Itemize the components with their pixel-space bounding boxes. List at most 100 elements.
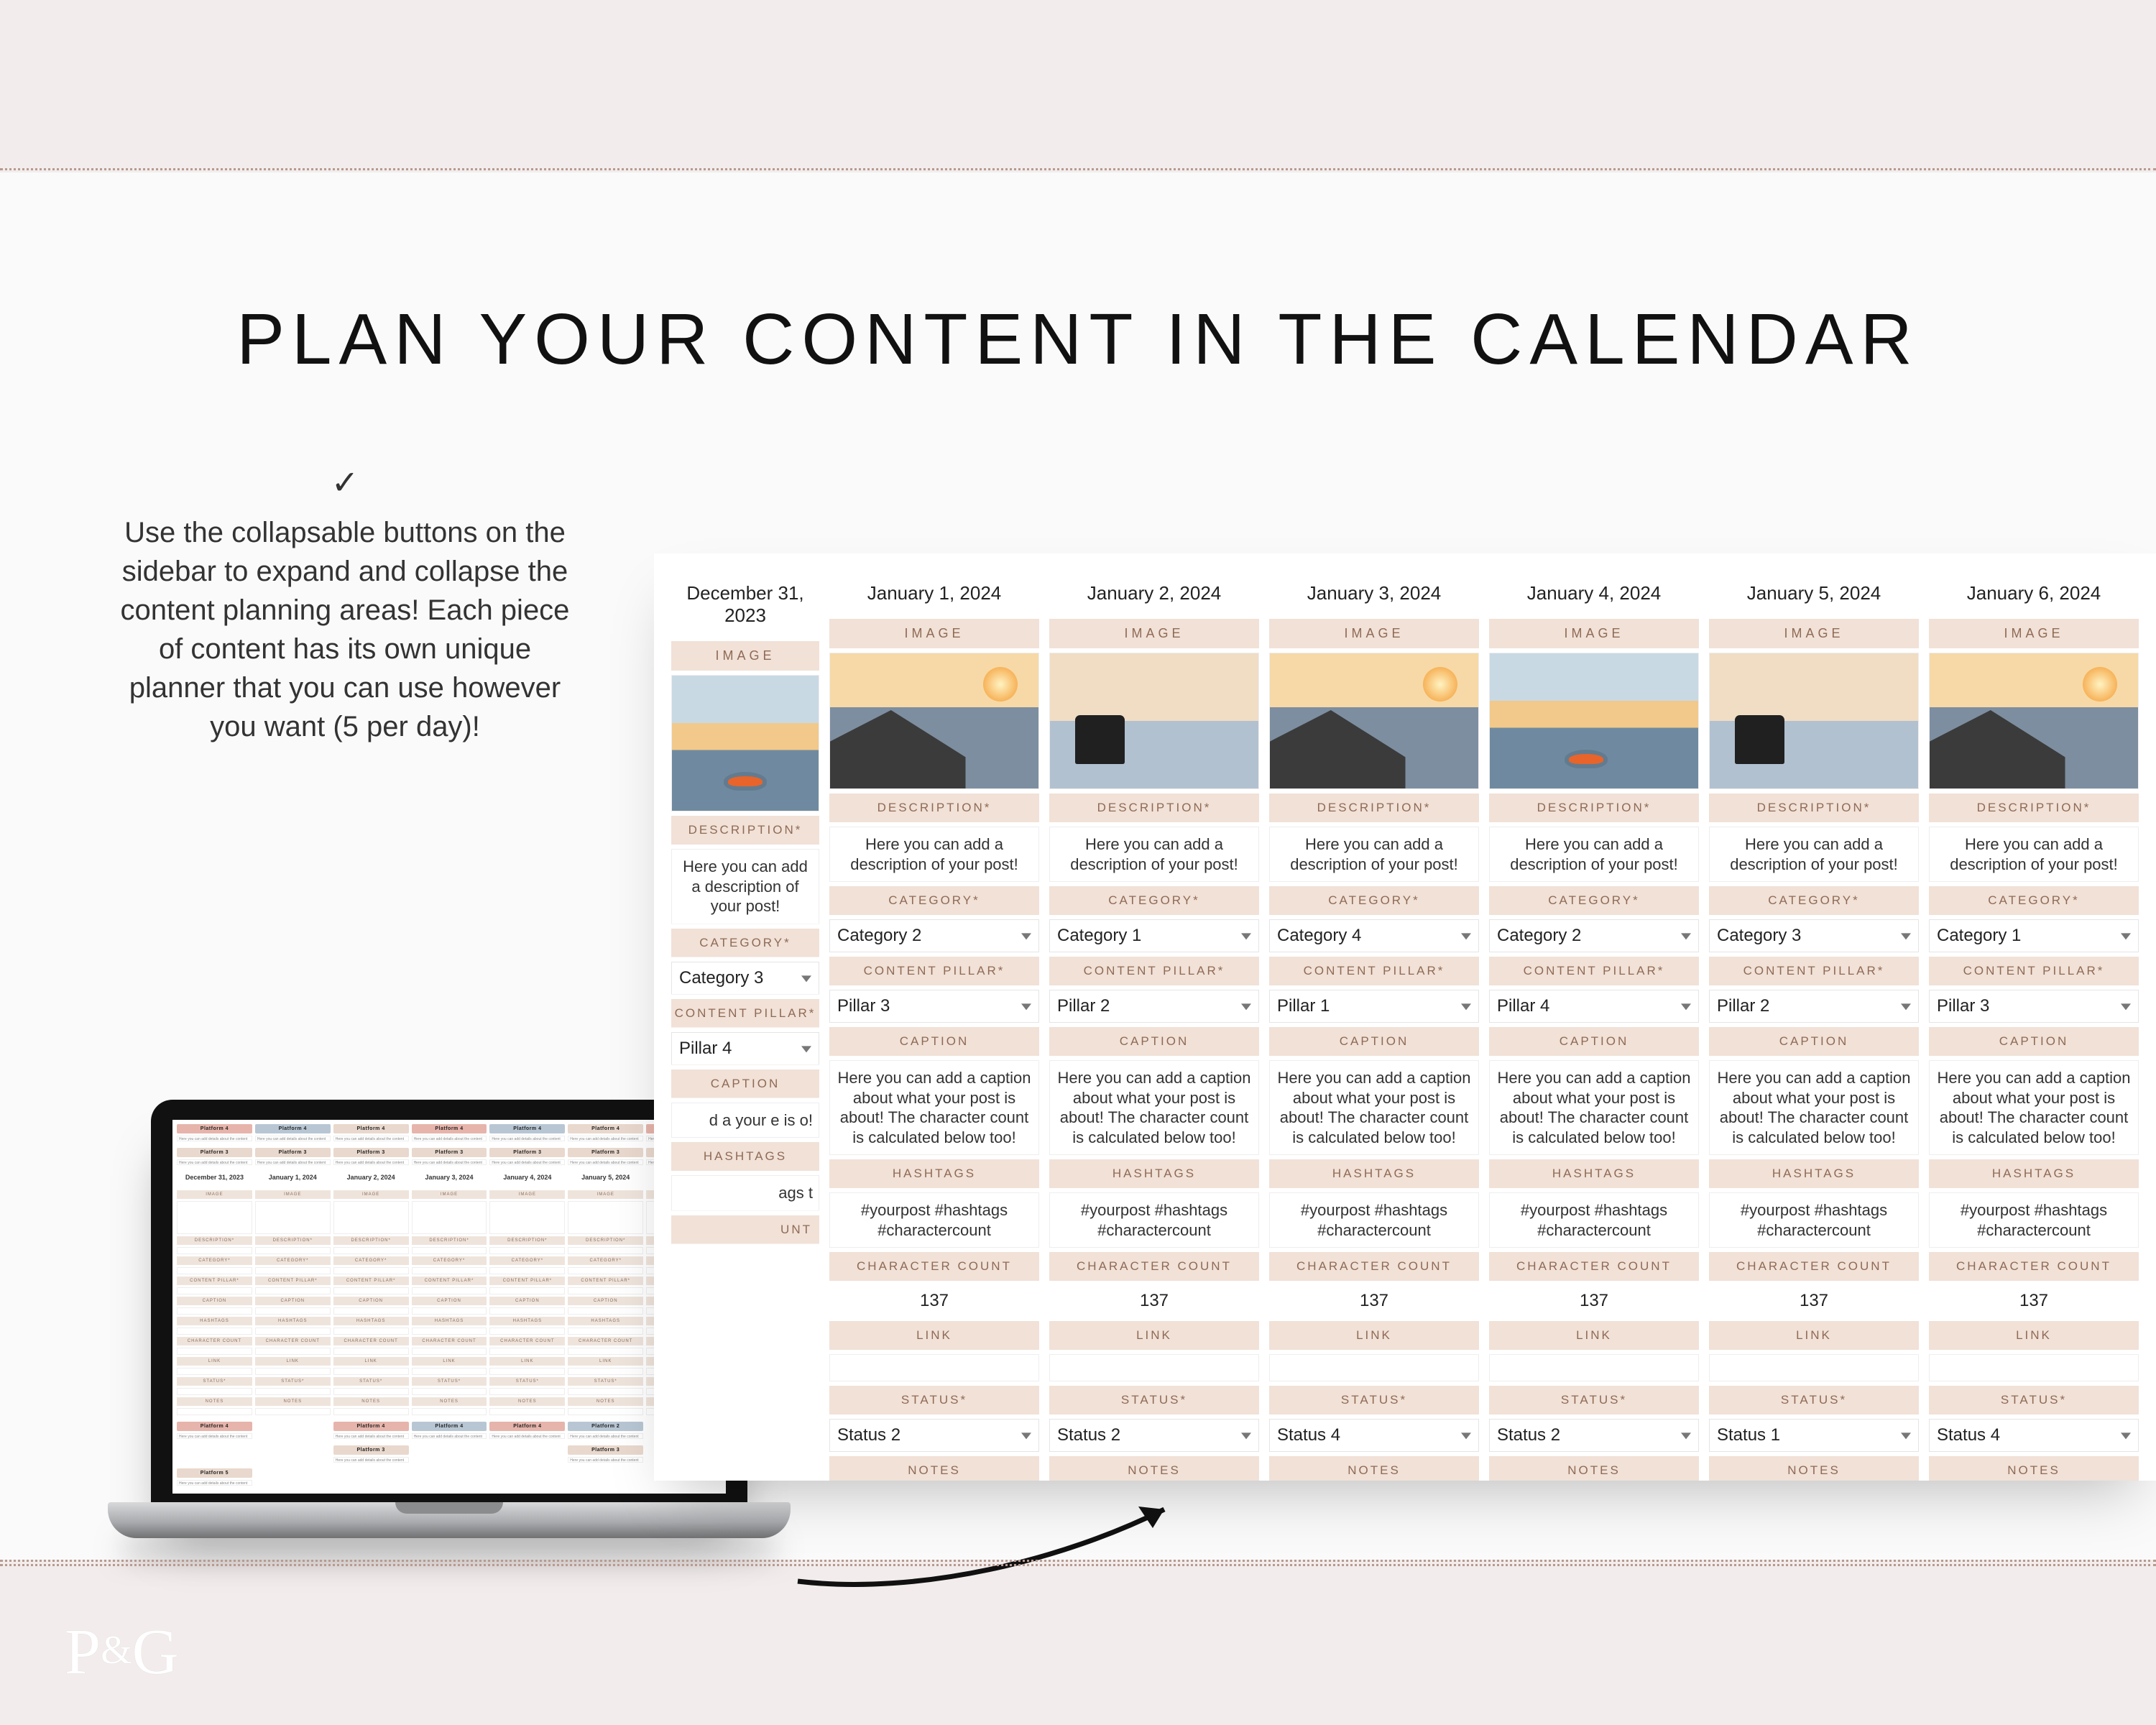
description-cell[interactable]: Here you can add a description of your p… (1929, 827, 2139, 882)
mini-cell[interactable] (177, 1307, 252, 1315)
pillar-select[interactable]: Pillar 3 (1929, 990, 2139, 1023)
mini-cell[interactable] (568, 1247, 643, 1254)
pillar-select[interactable]: Pillar 1 (1269, 990, 1479, 1023)
hashtags-cell[interactable]: ags t (671, 1175, 819, 1211)
mini-cell[interactable] (333, 1408, 409, 1415)
pillar-select[interactable]: Pillar 3 (829, 990, 1039, 1023)
mini-cell[interactable] (255, 1247, 331, 1254)
caption-cell[interactable]: Here you can add a caption about what yo… (1049, 1060, 1259, 1155)
mini-cell[interactable] (333, 1368, 409, 1375)
mini-cell[interactable] (177, 1328, 252, 1335)
pillar-select[interactable]: Pillar 2 (1049, 990, 1259, 1023)
platform-chip[interactable]: Platform 4 (412, 1422, 487, 1431)
mini-cell[interactable] (489, 1388, 565, 1395)
platform-chip[interactable]: Platform 5 (177, 1468, 252, 1478)
caption-cell[interactable]: Here you can add a caption about what yo… (1269, 1060, 1479, 1155)
mini-cell[interactable] (412, 1368, 487, 1375)
mini-cell[interactable] (255, 1348, 331, 1355)
link-cell[interactable] (1709, 1354, 1919, 1381)
hashtags-cell[interactable]: #yourpost #hashtags #charactercount (829, 1192, 1039, 1248)
platform-chip[interactable]: Platform 4 (333, 1422, 409, 1431)
mini-cell[interactable] (255, 1287, 331, 1294)
category-select[interactable]: Category 1 (1049, 919, 1259, 952)
mini-cell[interactable] (489, 1307, 565, 1315)
status-select[interactable]: Status 1 (1709, 1419, 1919, 1452)
status-select[interactable]: Status 2 (829, 1419, 1039, 1452)
mini-cell[interactable] (412, 1247, 487, 1254)
mini-cell[interactable] (568, 1388, 643, 1395)
status-select[interactable]: Status 2 (1489, 1419, 1699, 1452)
platform-chip[interactable]: Platform 3 (568, 1148, 643, 1157)
mini-cell[interactable] (568, 1408, 643, 1415)
mini-cell[interactable] (333, 1307, 409, 1315)
link-cell[interactable] (829, 1354, 1039, 1381)
mini-cell[interactable] (489, 1267, 565, 1274)
mini-cell[interactable] (412, 1307, 487, 1315)
pillar-select[interactable]: Pillar 4 (1489, 990, 1699, 1023)
mini-cell[interactable] (412, 1348, 487, 1355)
mini-cell[interactable] (568, 1328, 643, 1335)
mini-cell[interactable] (333, 1247, 409, 1254)
link-cell[interactable] (1269, 1354, 1479, 1381)
caption-cell[interactable]: Here you can add a caption about what yo… (829, 1060, 1039, 1155)
platform-chip[interactable]: Platform 3 (333, 1445, 409, 1455)
mini-cell[interactable] (255, 1368, 331, 1375)
mini-cell[interactable] (333, 1328, 409, 1335)
mini-cell[interactable] (568, 1307, 643, 1315)
description-cell[interactable]: Here you can add a description of your p… (1709, 827, 1919, 882)
description-cell[interactable]: Here you can add a description of your p… (1269, 827, 1479, 882)
caption-cell[interactable]: Here you can add a caption about what yo… (1709, 1060, 1919, 1155)
mini-cell[interactable] (255, 1307, 331, 1315)
mini-cell[interactable] (177, 1408, 252, 1415)
mini-cell[interactable] (333, 1267, 409, 1274)
mini-cell[interactable] (255, 1267, 331, 1274)
mini-cell[interactable] (568, 1287, 643, 1294)
category-select[interactable]: Category 3 (671, 962, 819, 995)
platform-chip[interactable]: Platform 4 (177, 1422, 252, 1431)
mini-cell[interactable] (489, 1247, 565, 1254)
mini-cell[interactable] (177, 1247, 252, 1254)
status-select[interactable]: Status 4 (1929, 1419, 2139, 1452)
platform-chip[interactable]: Platform 4 (177, 1124, 252, 1133)
platform-chip[interactable]: Platform 4 (489, 1422, 565, 1431)
mini-cell[interactable] (255, 1408, 331, 1415)
platform-chip[interactable]: Platform 4 (489, 1124, 565, 1133)
category-select[interactable]: Category 1 (1929, 919, 2139, 952)
description-cell[interactable]: Here you can add a description of your p… (671, 849, 819, 924)
mini-cell[interactable] (489, 1368, 565, 1375)
platform-chip[interactable]: Platform 3 (255, 1148, 331, 1157)
mini-cell[interactable] (412, 1388, 487, 1395)
caption-cell[interactable]: Here you can add a caption about what yo… (1489, 1060, 1699, 1155)
mini-cell[interactable] (412, 1328, 487, 1335)
description-cell[interactable]: Here you can add a description of your p… (1489, 827, 1699, 882)
mini-cell[interactable] (177, 1348, 252, 1355)
hashtags-cell[interactable]: #yourpost #hashtags #charactercount (1269, 1192, 1479, 1248)
mini-cell[interactable] (255, 1388, 331, 1395)
status-select[interactable]: Status 4 (1269, 1419, 1479, 1452)
platform-chip[interactable]: Platform 3 (412, 1148, 487, 1157)
hashtags-cell[interactable]: #yourpost #hashtags #charactercount (1489, 1192, 1699, 1248)
pillar-select[interactable]: Pillar 2 (1709, 990, 1919, 1023)
link-cell[interactable] (1049, 1354, 1259, 1381)
mini-cell[interactable] (489, 1328, 565, 1335)
platform-chip[interactable]: Platform 3 (489, 1148, 565, 1157)
platform-chip[interactable]: Platform 4 (412, 1124, 487, 1133)
mini-cell[interactable] (489, 1408, 565, 1415)
mini-cell[interactable] (333, 1388, 409, 1395)
status-select[interactable]: Status 2 (1049, 1419, 1259, 1452)
category-select[interactable]: Category 4 (1269, 919, 1479, 952)
description-cell[interactable]: Here you can add a description of your p… (829, 827, 1039, 882)
category-select[interactable]: Category 3 (1709, 919, 1919, 952)
mini-cell[interactable] (412, 1408, 487, 1415)
hashtags-cell[interactable]: #yourpost #hashtags #charactercount (1709, 1192, 1919, 1248)
pillar-select[interactable]: Pillar 4 (671, 1032, 819, 1065)
mini-cell[interactable] (333, 1348, 409, 1355)
mini-cell[interactable] (568, 1368, 643, 1375)
mini-cell[interactable] (568, 1348, 643, 1355)
link-cell[interactable] (1489, 1354, 1699, 1381)
mini-cell[interactable] (489, 1348, 565, 1355)
mini-cell[interactable] (255, 1328, 331, 1335)
platform-chip[interactable]: Platform 2 (568, 1422, 643, 1431)
category-select[interactable]: Category 2 (1489, 919, 1699, 952)
platform-chip[interactable]: Platform 3 (177, 1148, 252, 1157)
